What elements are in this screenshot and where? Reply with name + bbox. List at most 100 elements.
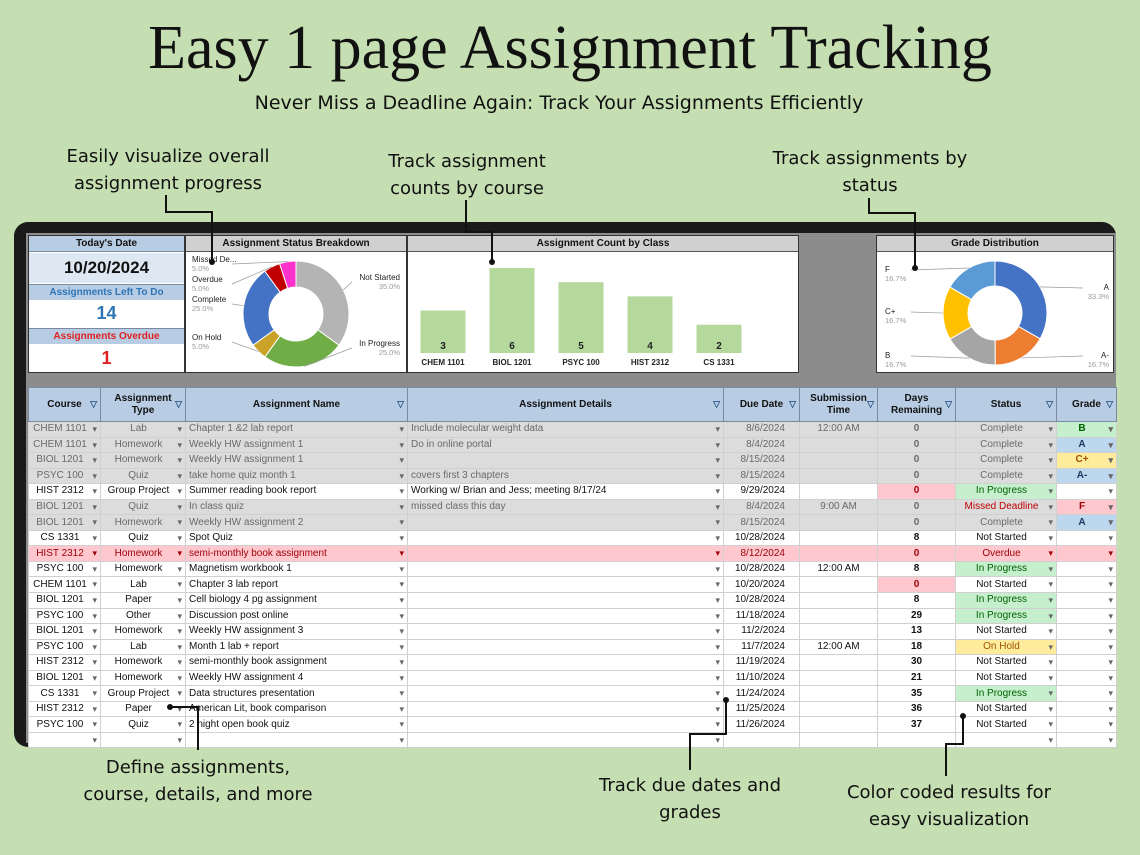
cell-submission-time[interactable] bbox=[799, 654, 878, 671]
cell-status[interactable]: Not Started bbox=[955, 623, 1057, 640]
cell-submission-time[interactable] bbox=[799, 483, 878, 500]
cell-type[interactable]: Homework bbox=[100, 654, 186, 671]
cell-type[interactable]: Quiz bbox=[100, 467, 186, 485]
cell-due-date[interactable]: 8/4/2024 bbox=[723, 498, 800, 516]
cell-course[interactable]: BIOL 1201 bbox=[28, 592, 101, 609]
cell-name[interactable]: Cell biology 4 pg assignment bbox=[185, 592, 408, 609]
cell-status[interactable] bbox=[955, 731, 1057, 749]
cell-grade[interactable]: B bbox=[1056, 421, 1117, 438]
cell-details[interactable] bbox=[407, 669, 724, 687]
cell-submission-time[interactable] bbox=[799, 514, 878, 531]
cell-name[interactable]: Weekly HW assignment 4 bbox=[185, 669, 408, 687]
cell-details[interactable]: Include molecular weight data bbox=[407, 421, 724, 438]
cell-due-date[interactable]: 8/4/2024 bbox=[723, 436, 800, 454]
cell-name[interactable]: Spot Quiz bbox=[185, 529, 408, 547]
column-header-course[interactable]: Course ▽ bbox=[28, 387, 101, 422]
cell-status[interactable]: Complete bbox=[955, 421, 1057, 438]
table-row[interactable]: HIST 2312Group ProjectSummer reading boo… bbox=[28, 483, 1117, 500]
cell-due-date[interactable]: 8/6/2024 bbox=[723, 421, 800, 438]
cell-due-date[interactable]: 11/24/2024 bbox=[723, 685, 800, 702]
cell-type[interactable]: Homework bbox=[100, 669, 186, 687]
cell-details[interactable]: covers first 3 chapters bbox=[407, 467, 724, 485]
cell-due-date[interactable]: 11/26/2024 bbox=[723, 716, 800, 733]
cell-course[interactable]: BIOL 1201 bbox=[28, 514, 101, 531]
cell-status[interactable]: Not Started bbox=[955, 669, 1057, 687]
cell-course[interactable]: HIST 2312 bbox=[28, 483, 101, 500]
cell-status[interactable]: Not Started bbox=[955, 654, 1057, 671]
cell-type[interactable]: Quiz bbox=[100, 498, 186, 516]
cell-grade[interactable] bbox=[1056, 529, 1117, 547]
cell-days-remaining[interactable]: 8 bbox=[877, 592, 956, 609]
table-row[interactable]: BIOL 1201HomeworkWeekly HW assignment 1 8… bbox=[28, 452, 1117, 469]
cell-course[interactable]: BIOL 1201 bbox=[28, 669, 101, 687]
cell-days-remaining[interactable]: 8 bbox=[877, 529, 956, 547]
cell-details[interactable] bbox=[407, 576, 724, 594]
cell-grade[interactable] bbox=[1056, 638, 1117, 656]
cell-status[interactable]: Not Started bbox=[955, 716, 1057, 733]
cell-status[interactable]: Overdue bbox=[955, 545, 1057, 562]
cell-days-remaining[interactable]: 36 bbox=[877, 700, 956, 718]
cell-type[interactable]: Homework bbox=[100, 545, 186, 562]
cell-days-remaining[interactable]: 35 bbox=[877, 685, 956, 702]
cell-type[interactable]: Homework bbox=[100, 560, 186, 578]
table-row[interactable]: CHEM 1101HomeworkWeekly HW assignment 1D… bbox=[28, 436, 1117, 454]
cell-submission-time[interactable] bbox=[799, 436, 878, 454]
cell-name[interactable]: Chapter 1 &2 lab report bbox=[185, 421, 408, 438]
cell-grade[interactable]: A bbox=[1056, 436, 1117, 454]
cell-details[interactable] bbox=[407, 731, 724, 749]
cell-details[interactable] bbox=[407, 700, 724, 718]
cell-type[interactable]: Homework bbox=[100, 452, 186, 469]
cell-course[interactable]: PSYC 100 bbox=[28, 607, 101, 625]
cell-course[interactable]: CHEM 1101 bbox=[28, 421, 101, 438]
cell-details[interactable] bbox=[407, 716, 724, 733]
cell-type[interactable]: Quiz bbox=[100, 716, 186, 733]
cell-submission-time[interactable]: 9:00 AM bbox=[799, 498, 878, 516]
cell-due-date[interactable]: 11/2/2024 bbox=[723, 623, 800, 640]
cell-status[interactable]: In Progress bbox=[955, 560, 1057, 578]
table-row[interactable]: PSYC 100Quiztake home quiz month 1covers… bbox=[28, 467, 1117, 485]
cell-grade[interactable] bbox=[1056, 716, 1117, 733]
cell-days-remaining[interactable]: 0 bbox=[877, 467, 956, 485]
cell-days-remaining[interactable]: 0 bbox=[877, 436, 956, 454]
cell-type[interactable]: Homework bbox=[100, 623, 186, 640]
cell-details[interactable] bbox=[407, 638, 724, 656]
filter-icon[interactable]: ▽ bbox=[789, 398, 796, 410]
column-header-status[interactable]: Status ▽ bbox=[955, 387, 1057, 422]
cell-due-date[interactable]: 10/28/2024 bbox=[723, 592, 800, 609]
cell-submission-time[interactable] bbox=[799, 607, 878, 625]
cell-submission-time[interactable] bbox=[799, 669, 878, 687]
cell-status[interactable]: In Progress bbox=[955, 607, 1057, 625]
cell-days-remaining[interactable]: 0 bbox=[877, 576, 956, 594]
cell-details[interactable]: missed class this day bbox=[407, 498, 724, 516]
cell-type[interactable]: Lab bbox=[100, 421, 186, 438]
cell-name[interactable]: semi-monthly book assignment bbox=[185, 545, 408, 562]
column-header-assignment-type[interactable]: Assignment Type ▽ bbox=[100, 387, 186, 422]
cell-status[interactable]: Complete bbox=[955, 452, 1057, 469]
table-row[interactable]: PSYC 100Quiz2 night open book quiz 11/26/… bbox=[28, 716, 1117, 733]
cell-type[interactable]: Quiz bbox=[100, 529, 186, 547]
cell-status[interactable]: On Hold bbox=[955, 638, 1057, 656]
cell-days-remaining[interactable]: 18 bbox=[877, 638, 956, 656]
table-row[interactable]: CS 1331Group ProjectData structures pres… bbox=[28, 685, 1117, 702]
cell-details[interactable]: Do in online portal bbox=[407, 436, 724, 454]
cell-type[interactable]: Homework bbox=[100, 514, 186, 531]
cell-name[interactable]: Data structures presentation bbox=[185, 685, 408, 702]
cell-course[interactable]: PSYC 100 bbox=[28, 560, 101, 578]
cell-type[interactable]: Lab bbox=[100, 638, 186, 656]
table-row[interactable]: HIST 2312PaperAmerican Lit, book compari… bbox=[28, 700, 1117, 718]
cell-name[interactable]: Weekly HW assignment 3 bbox=[185, 623, 408, 640]
filter-icon[interactable]: ▽ bbox=[175, 398, 182, 410]
cell-days-remaining[interactable]: 0 bbox=[877, 421, 956, 438]
cell-due-date[interactable]: 8/15/2024 bbox=[723, 467, 800, 485]
cell-due-date[interactable]: 10/28/2024 bbox=[723, 529, 800, 547]
cell-type[interactable] bbox=[100, 731, 186, 749]
cell-due-date[interactable]: 11/10/2024 bbox=[723, 669, 800, 687]
cell-days-remaining[interactable]: 8 bbox=[877, 560, 956, 578]
cell-details[interactable] bbox=[407, 529, 724, 547]
cell-submission-time[interactable] bbox=[799, 545, 878, 562]
cell-submission-time[interactable] bbox=[799, 700, 878, 718]
table-row[interactable]: BIOL 1201HomeworkWeekly HW assignment 3 1… bbox=[28, 623, 1117, 640]
cell-details[interactable] bbox=[407, 607, 724, 625]
table-row[interactable]: CHEM 1101LabChapter 1 &2 lab reportInclu… bbox=[28, 421, 1117, 438]
cell-details[interactable] bbox=[407, 452, 724, 469]
